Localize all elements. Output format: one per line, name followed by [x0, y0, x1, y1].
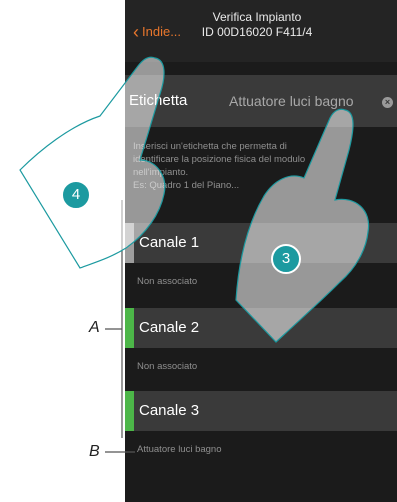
back-label: Indie... [142, 24, 182, 39]
clear-icon[interactable]: × [382, 97, 393, 108]
label-input[interactable]: Attuatore luci bagno [229, 93, 354, 109]
app-screen: ‹ Indie... Verifica Impianto ID 00D16020… [125, 0, 397, 502]
label-field-title: Etichetta [129, 92, 188, 109]
page-title: Verifica Impianto ID 00D16020 F411/4 [187, 10, 327, 40]
channel-row[interactable]: Canale 2 [125, 308, 397, 348]
status-bar [125, 308, 134, 348]
channel-status: Non associato [137, 276, 198, 287]
back-button[interactable]: ‹ Indie... [133, 21, 182, 42]
callout-label-a: A [89, 319, 100, 336]
step-badge: 4 [61, 180, 91, 210]
channel-status: Attuatore luci bagno [137, 444, 222, 455]
channel-name: Canale 1 [139, 234, 200, 251]
hint-line: identificare la posizione fisica del mod… [133, 154, 306, 165]
channel-row[interactable]: Canale 1 [125, 223, 397, 263]
step-badge: 3 [271, 244, 301, 274]
status-bar [125, 391, 134, 431]
hint-text: Inserisci un'etichetta che permetta di i… [133, 140, 323, 192]
callout-label-b: B [89, 443, 100, 460]
channel-name: Canale 3 [139, 402, 200, 419]
hint-line: Inserisci un'etichetta che permetta di [133, 141, 287, 152]
label-field[interactable]: Etichetta Attuatore luci bagno × [125, 75, 397, 127]
channel-status: Non associato [137, 361, 198, 372]
status-bar [125, 223, 134, 263]
hint-line: Es: Quadro 1 del Piano... [133, 180, 240, 191]
top-bar: ‹ Indie... Verifica Impianto ID 00D16020… [125, 0, 397, 62]
channel-row[interactable]: Canale 3 [125, 391, 397, 431]
hint-line: nell'impianto. [133, 167, 189, 178]
title-line1: Verifica Impianto [212, 10, 302, 24]
title-line2: ID 00D16020 F411/4 [201, 25, 313, 39]
channel-name: Canale 2 [139, 319, 200, 336]
chevron-left-icon: ‹ [133, 21, 139, 42]
